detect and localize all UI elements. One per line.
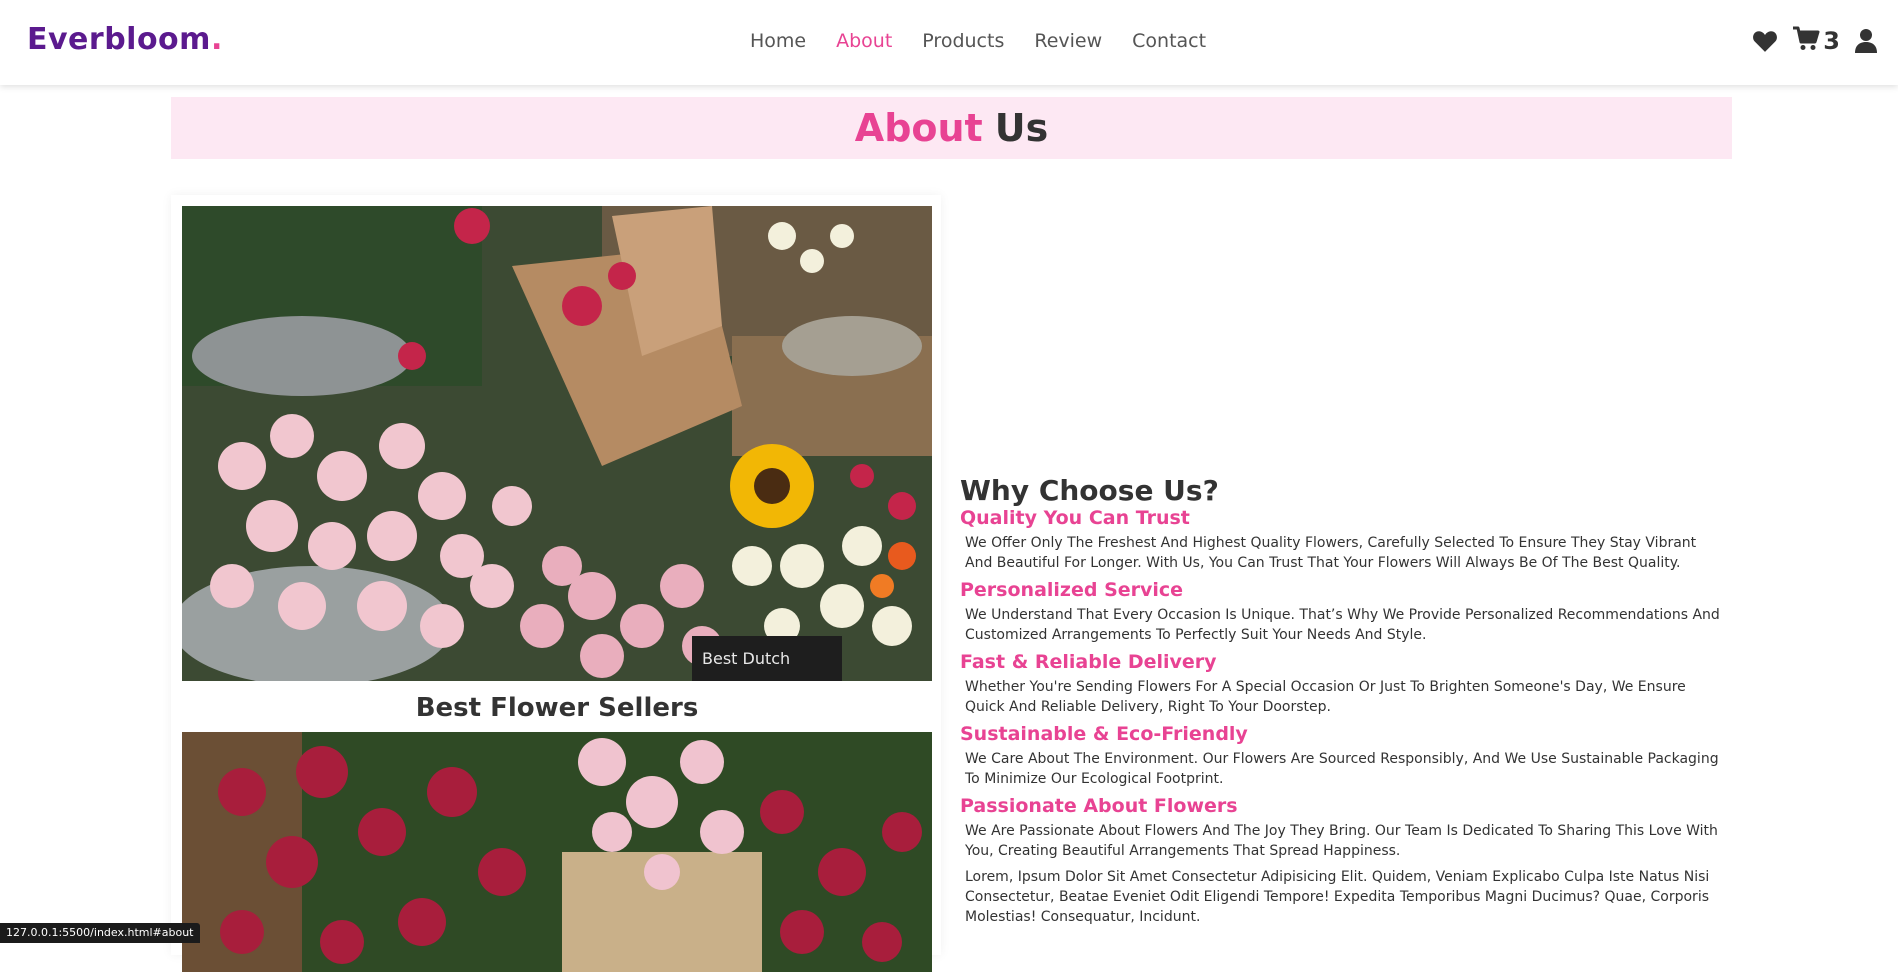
heart-icon[interactable] — [1752, 29, 1778, 53]
cart-count: 3 — [1823, 27, 1840, 55]
peonies-photo — [182, 732, 932, 972]
extra-paragraph: Lorem, Ipsum Dolor Sit Amet Consectetur … — [965, 869, 1710, 925]
brand-name: Everbloom — [27, 22, 211, 57]
feature-text: We Are Passionate About Flowers And The … — [965, 823, 1718, 859]
heading-accent: About — [854, 106, 983, 150]
nav-contact[interactable]: Contact — [1132, 30, 1206, 52]
feature-text: We Offer Only The Freshest And Highest Q… — [965, 535, 1697, 571]
feature-text: Whether You're Sending Flowers For A Spe… — [965, 679, 1686, 715]
nav-about[interactable]: About — [836, 30, 892, 52]
section-heading: About Us — [171, 97, 1732, 159]
feature-title: Sustainable & Eco-Friendly — [960, 723, 1248, 745]
image-caption: Best Flower Sellers — [415, 693, 699, 723]
nav-review[interactable]: Review — [1034, 30, 1102, 52]
site-header: Everbloom. Home About Products Review Co… — [0, 0, 1898, 85]
header-icons: 3 — [1738, 26, 1878, 56]
feature-text: We Care About The Environment. Our Flowe… — [965, 751, 1719, 787]
nav-products[interactable]: Products — [922, 30, 1004, 52]
brand-logo[interactable]: Everbloom. — [27, 22, 223, 57]
feature-title: Passionate About Flowers — [960, 795, 1238, 817]
why-choose-us: Why Choose Us? Quality You Can Trust We … — [960, 474, 1720, 933]
brand-dot: . — [210, 22, 223, 57]
about-image-card: Best Dutch Best Flower Sellers — [171, 195, 941, 972]
cart-button[interactable]: 3 — [1792, 26, 1840, 56]
main-nav: Home About Products Review Contact — [750, 30, 1236, 52]
status-bar-url: 127.0.0.1:5500/index.html#about — [0, 923, 200, 943]
user-icon[interactable] — [1854, 28, 1878, 54]
feature-text: We Understand That Every Occasion Is Uni… — [965, 607, 1720, 643]
feature-title: Fast & Reliable Delivery — [960, 651, 1217, 673]
feature-title: Quality You Can Trust — [960, 507, 1190, 529]
why-title: Why Choose Us? — [960, 474, 1219, 507]
heading-rest: Us — [994, 106, 1049, 150]
feature-title: Personalized Service — [960, 579, 1184, 601]
nav-home[interactable]: Home — [750, 30, 806, 52]
cart-icon — [1792, 26, 1820, 56]
svg-text:Best Dutch: Best Dutch — [702, 649, 790, 668]
flower-market-photo: Best Dutch — [182, 206, 932, 681]
